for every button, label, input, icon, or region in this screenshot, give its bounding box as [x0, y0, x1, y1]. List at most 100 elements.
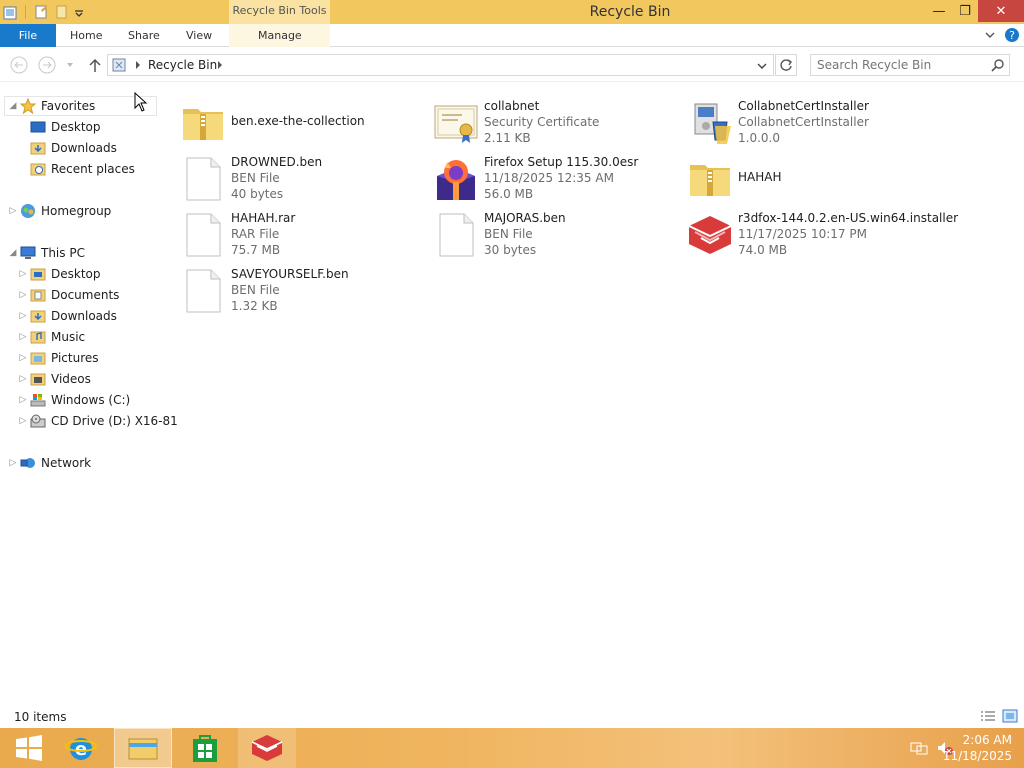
- expand-arrow-icon[interactable]: ▷: [18, 353, 28, 363]
- nav-label: Videos: [51, 372, 91, 386]
- window-title: Recycle Bin: [589, 4, 671, 20]
- breadcrumb-recycle-bin[interactable]: Recycle Bin: [148, 58, 217, 72]
- navigation-pane: ◢ Favorites Desktop Downloads Recent pla…: [0, 94, 178, 704]
- status-bar: 10 items: [0, 706, 1024, 728]
- file-name: CollabnetCertInstaller: [738, 99, 869, 113]
- nav-pc-videos[interactable]: ▷ Videos: [18, 369, 91, 389]
- nav-network[interactable]: ▷ Network: [8, 453, 92, 473]
- nav-favorites-downloads[interactable]: Downloads: [30, 138, 117, 158]
- file-item-collabnetcertinstaller[interactable]: CollabnetCertInstaller CollabnetCertInst…: [687, 98, 932, 150]
- file-size: 1.32 KB: [231, 299, 278, 313]
- mouse-cursor-icon: [134, 92, 148, 112]
- file-item-ben-exe-the-collection[interactable]: ben.exe-the-collection: [180, 98, 425, 150]
- file-version: 1.0.0.0: [738, 131, 780, 145]
- expand-arrow-icon[interactable]: ▷: [8, 458, 18, 468]
- computer-icon: [20, 245, 36, 261]
- file-item-collabnet[interactable]: collabnet Security Certificate 2.11 KB: [433, 98, 678, 150]
- nav-label: Network: [41, 456, 92, 470]
- nav-pc-windows-c[interactable]: ▷ Windows (C:): [18, 390, 131, 410]
- collapse-arrow-icon[interactable]: ◢: [8, 248, 18, 258]
- nav-pc-pictures[interactable]: ▷ Pictures: [18, 348, 99, 368]
- file-item-firefox-setup[interactable]: Firefox Setup 115.30.0esr 11/18/2025 12:…: [433, 154, 678, 206]
- zip-folder-icon: [690, 165, 730, 196]
- up-button[interactable]: [85, 56, 105, 74]
- nav-pc-music[interactable]: ▷ Music: [18, 327, 86, 347]
- tab-file[interactable]: File: [0, 24, 56, 47]
- taskbar-r3dfox[interactable]: [238, 728, 296, 768]
- search-input[interactable]: [817, 55, 987, 75]
- pictures-folder-icon: [30, 350, 46, 366]
- nav-pc-cd-drive[interactable]: ▷ CD Drive (D:) X16-81: [18, 411, 178, 431]
- taskbar-clock[interactable]: 2:06 AM 11/18/2025: [943, 732, 1012, 764]
- music-folder-icon: [30, 329, 46, 345]
- tab-manage[interactable]: Manage: [258, 24, 302, 47]
- taskbar-file-explorer[interactable]: [114, 728, 172, 768]
- address-bar[interactable]: Recycle Bin: [107, 54, 774, 76]
- network-tray-icon[interactable]: [910, 740, 928, 759]
- tab-share[interactable]: Share: [128, 24, 160, 47]
- taskbar-store[interactable]: [176, 728, 234, 768]
- expand-ribbon-icon[interactable]: [984, 29, 996, 44]
- close-button[interactable]: ✕: [978, 0, 1024, 22]
- expand-arrow-icon[interactable]: ▷: [18, 311, 28, 321]
- zip-folder-icon: [183, 109, 223, 140]
- breadcrumb-chevron-icon[interactable]: [216, 59, 224, 74]
- taskbar-internet-explorer[interactable]: e: [52, 728, 110, 768]
- downloads-folder-icon: [30, 140, 46, 156]
- minimize-button[interactable]: —: [926, 0, 952, 22]
- store-icon: [193, 735, 217, 762]
- expand-arrow-icon[interactable]: ▷: [18, 374, 28, 384]
- file-item-hahah[interactable]: HAHAH: [687, 154, 932, 206]
- expand-arrow-icon[interactable]: ▷: [8, 206, 18, 216]
- file-item-saveyourself-ben[interactable]: SAVEYOURSELF.ben BEN File 1.32 KB: [180, 266, 425, 318]
- r3dfox-icon: [251, 735, 283, 761]
- nav-label: This PC: [41, 246, 85, 260]
- expand-arrow-icon[interactable]: ▷: [18, 416, 28, 426]
- internet-explorer-icon: e: [65, 738, 97, 760]
- forward-button[interactable]: [37, 56, 57, 74]
- search-icon[interactable]: [991, 58, 1005, 75]
- nav-pc-documents[interactable]: ▷ Documents: [18, 285, 120, 305]
- tab-view[interactable]: View: [186, 24, 212, 47]
- large-icons-view-icon[interactable]: [1002, 709, 1018, 726]
- file-item-majoras-ben[interactable]: MAJORAS.ben BEN File 30 bytes: [433, 210, 678, 262]
- help-icon[interactable]: ?: [1004, 27, 1020, 46]
- nav-favorites-desktop[interactable]: Desktop: [30, 117, 101, 137]
- nav-label: Documents: [51, 288, 120, 302]
- file-size: 75.7 MB: [231, 243, 281, 257]
- recent-locations-button[interactable]: [63, 56, 77, 74]
- collapse-arrow-icon[interactable]: ◢: [8, 101, 18, 111]
- expand-arrow-icon[interactable]: ▷: [18, 269, 28, 279]
- file-name: DROWNED.ben: [231, 155, 323, 169]
- item-count: 10 items: [14, 710, 67, 724]
- nav-homegroup[interactable]: ▷ Homegroup: [8, 201, 111, 221]
- search-box[interactable]: [810, 54, 1010, 76]
- file-item-drowned-ben[interactable]: DROWNED.ben BEN File 40 bytes: [180, 154, 425, 206]
- refresh-icon: [780, 59, 792, 71]
- expand-arrow-icon[interactable]: ▷: [18, 395, 28, 405]
- breadcrumb-separator-icon[interactable]: [134, 59, 142, 74]
- refresh-button[interactable]: [775, 54, 797, 76]
- file-item-r3dfox-installer[interactable]: r3dfox-144.0.2.en-US.win64.installer 11/…: [687, 210, 987, 262]
- back-button[interactable]: [9, 56, 29, 74]
- nav-pc-downloads[interactable]: ▷ Downloads: [18, 306, 117, 326]
- expand-arrow-icon[interactable]: ▷: [18, 290, 28, 300]
- file-type: Security Certificate: [484, 115, 600, 129]
- nav-this-pc[interactable]: ◢ This PC: [8, 243, 85, 263]
- nav-favorites[interactable]: ◢ Favorites: [8, 96, 95, 116]
- maximize-button[interactable]: ❐: [952, 0, 978, 22]
- file-description: CollabnetCertInstaller: [738, 115, 869, 129]
- nav-label: Desktop: [51, 267, 101, 281]
- address-dropdown-icon[interactable]: [757, 60, 767, 74]
- details-view-icon[interactable]: [980, 709, 996, 726]
- nav-pc-desktop[interactable]: ▷ Desktop: [18, 264, 101, 284]
- title-bar: Recycle Bin Tools Recycle Bin — ❐ ✕: [0, 0, 1024, 24]
- desktop-icon: [30, 119, 46, 135]
- tab-home[interactable]: Home: [70, 24, 102, 47]
- blank-file-icon: [186, 157, 221, 201]
- start-button[interactable]: [0, 728, 58, 768]
- expand-arrow-icon[interactable]: ▷: [18, 332, 28, 342]
- nav-favorites-recent-places[interactable]: Recent places: [30, 159, 135, 179]
- file-item-hahah-rar[interactable]: HAHAH.rar RAR File 75.7 MB: [180, 210, 425, 262]
- nav-label: Downloads: [51, 309, 117, 323]
